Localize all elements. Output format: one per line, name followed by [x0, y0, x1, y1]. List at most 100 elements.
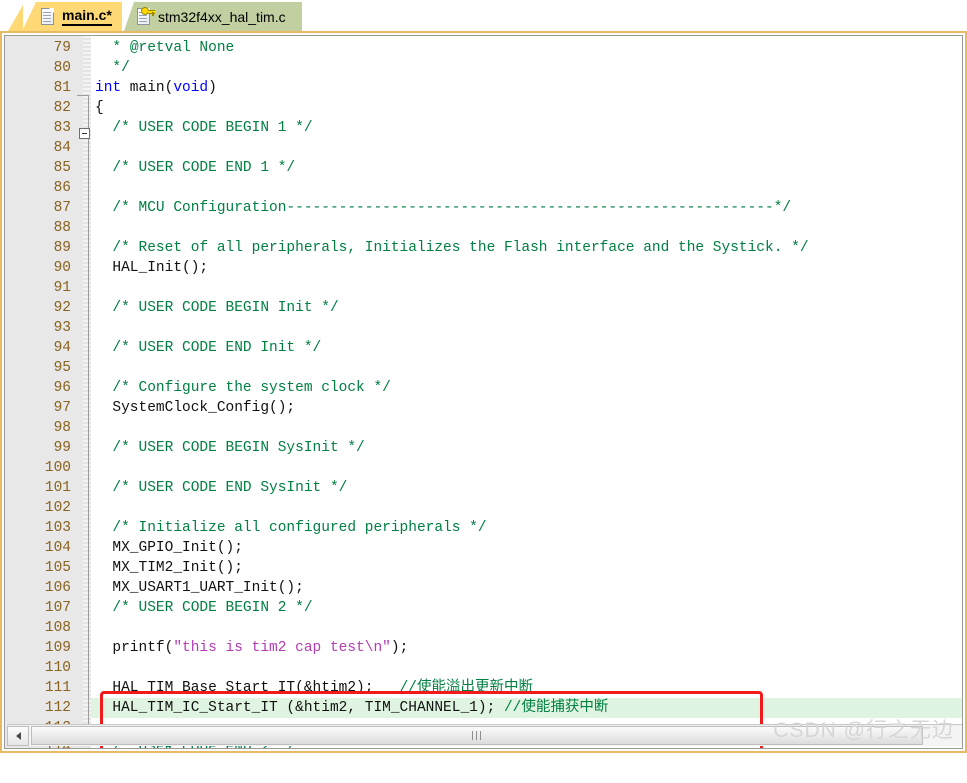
tab-stm32f4xx-hal-tim-c[interactable]: stm32f4xx_hal_tim.c	[124, 2, 302, 31]
code-line[interactable]: 86	[5, 178, 962, 198]
line-text: MX_GPIO_Init();	[95, 538, 243, 558]
code-line[interactable]: 107 /* USER CODE BEGIN 2 */	[5, 598, 962, 618]
code-line[interactable]: 101 /* USER CODE END SysInit */	[5, 478, 962, 498]
code-token: /* USER CODE BEGIN 2 */	[95, 600, 313, 616]
line-text: /* USER CODE END Init */	[95, 338, 321, 358]
code-token: /* USER CODE END Init */	[95, 340, 322, 356]
line-number: 111	[44, 680, 71, 696]
code-line[interactable]: 89 /* Reset of all peripherals, Initiali…	[5, 238, 962, 258]
code-line[interactable]: 90 HAL_Init();	[5, 258, 962, 278]
code-token: *	[95, 40, 130, 56]
code-line[interactable]: 102	[5, 498, 962, 518]
line-text: */	[95, 58, 130, 78]
code-token: /* USER CODE END 1 */	[95, 160, 296, 176]
line-number: 102	[44, 500, 71, 516]
line-number: 86	[53, 180, 71, 196]
code-token: printf(	[95, 640, 174, 656]
code-line[interactable]: 112 HAL_TIM_IC_Start_IT (&htim2, TIM_CHA…	[5, 698, 962, 718]
code-line[interactable]: 80 */	[5, 58, 962, 78]
line-number: 94	[53, 340, 71, 356]
code-line[interactable]: 94 /* USER CODE END Init */	[5, 338, 962, 358]
code-token: //使能溢出更新中断	[399, 680, 533, 696]
scroll-left-arrow-icon[interactable]	[7, 725, 29, 746]
code-line[interactable]: 85 /* USER CODE END 1 */	[5, 158, 962, 178]
tab-main-c-label: main.c*	[62, 7, 112, 26]
line-number: 101	[44, 480, 71, 496]
horizontal-scroll-track[interactable]	[29, 725, 962, 746]
line-text: HAL_TIM_IC_Start_IT (&htim2, TIM_CHANNEL…	[95, 698, 608, 718]
code-line[interactable]: 98	[5, 418, 962, 438]
line-number: 108	[44, 620, 71, 636]
line-number: 100	[44, 460, 71, 476]
code-line[interactable]: 84	[5, 138, 962, 158]
line-number: 92	[53, 300, 71, 316]
code-line[interactable]: 81 int main(void)	[5, 78, 962, 98]
code-line[interactable]: 87 /* MCU Configuration-----------------…	[5, 198, 962, 218]
code-token: MX_GPIO_Init();	[95, 540, 243, 556]
tab-main-c[interactable]: main.c*	[22, 2, 122, 31]
code-token: /* USER CODE BEGIN 1 */	[95, 120, 313, 136]
horizontal-scrollbar[interactable]	[7, 724, 962, 746]
code-token: /* Reset of all peripherals, Initializes…	[95, 240, 809, 256]
code-token: HAL_Init();	[95, 260, 209, 276]
line-text: /* USER CODE BEGIN Init */	[95, 298, 339, 318]
code-line[interactable]: 83 /* USER CODE BEGIN 1 */	[5, 118, 962, 138]
code-token: /* USER CODE BEGIN SysInit */	[95, 440, 365, 456]
line-number: 82	[53, 100, 71, 116]
code-token: */	[95, 60, 130, 76]
code-line[interactable]: 96 /* Configure the system clock */	[5, 378, 962, 398]
code-line[interactable]: 103 /* Initialize all configured periphe…	[5, 518, 962, 538]
code-line[interactable]: 82 {	[5, 98, 962, 118]
code-line[interactable]: 91	[5, 278, 962, 298]
line-number: 112	[44, 700, 71, 716]
line-number: 81	[53, 80, 71, 96]
line-number: 88	[53, 220, 71, 236]
code-line[interactable]: 105 MX_TIM2_Init();	[5, 558, 962, 578]
line-text: /* USER CODE BEGIN SysInit */	[95, 438, 365, 458]
code-token: HAL_TIM_Base_Start_IT(&htim2);	[95, 680, 400, 696]
code-line[interactable]: 99 /* USER CODE BEGIN SysInit */	[5, 438, 962, 458]
editor-frame: 79 * @retval None 80 */81 int main(void) 82…	[0, 31, 967, 753]
code-line[interactable]: 109 printf("this is tim2 cap test\n");	[5, 638, 962, 658]
code-line[interactable]: 88	[5, 218, 962, 238]
code-token: //使能捕获中断	[503, 700, 609, 716]
line-text: /* USER CODE END 1 */	[95, 158, 295, 178]
horizontal-scroll-thumb[interactable]	[31, 725, 924, 745]
code-line[interactable]: 110	[5, 658, 962, 678]
code-line[interactable]: 106 MX_USART1_UART_Init();	[5, 578, 962, 598]
line-number: 80	[53, 60, 71, 76]
line-number: 99	[53, 440, 71, 456]
code-surface[interactable]: 79 * @retval None 80 */81 int main(void) 82…	[5, 36, 962, 748]
code-token: )	[208, 80, 217, 96]
code-line[interactable]: 108	[5, 618, 962, 638]
code-token: "this is tim2 cap test\n"	[173, 640, 391, 656]
code-token: /* USER CODE BEGIN Init */	[95, 300, 339, 316]
code-line[interactable]: 104 MX_GPIO_Init();	[5, 538, 962, 558]
line-text: /* MCU Configuration--------------------…	[95, 198, 791, 218]
line-text: HAL_Init();	[95, 258, 208, 278]
code-line[interactable]: 93	[5, 318, 962, 338]
code-token: /* Initialize all configured peripherals…	[95, 520, 487, 536]
code-line[interactable]: 97 SystemClock_Config();	[5, 398, 962, 418]
line-number: 83	[53, 120, 71, 136]
line-text: /* Reset of all peripherals, Initializes…	[95, 238, 809, 258]
line-text: int main(void)	[95, 78, 217, 98]
code-line[interactable]: 111 HAL_TIM_Base_Start_IT(&htim2); //使能溢…	[5, 678, 962, 698]
editor-inner[interactable]: 79 * @retval None 80 */81 int main(void) 82…	[4, 35, 963, 749]
code-line[interactable]: 79 * @retval None	[5, 38, 962, 58]
code-line[interactable]: 100	[5, 458, 962, 478]
code-token: HAL_TIM_IC_Start_IT (&htim2, TIM_CHANNEL…	[95, 700, 504, 716]
line-number: 109	[44, 640, 71, 656]
fold-collapse-icon[interactable]	[79, 128, 90, 139]
scroll-thumb-grip-icon	[472, 730, 483, 740]
line-text: {	[95, 98, 104, 118]
line-number: 105	[44, 560, 71, 576]
code-line[interactable]: 92 /* USER CODE BEGIN Init */	[5, 298, 962, 318]
code-line[interactable]: 95	[5, 358, 962, 378]
code-token: int	[95, 80, 122, 96]
line-number: 98	[53, 420, 71, 436]
code-token: @retval	[129, 40, 191, 56]
line-text: printf("this is tim2 cap test\n");	[95, 638, 408, 658]
line-text: /* Configure the system clock */	[95, 378, 390, 398]
line-text: MX_USART1_UART_Init();	[95, 578, 303, 598]
